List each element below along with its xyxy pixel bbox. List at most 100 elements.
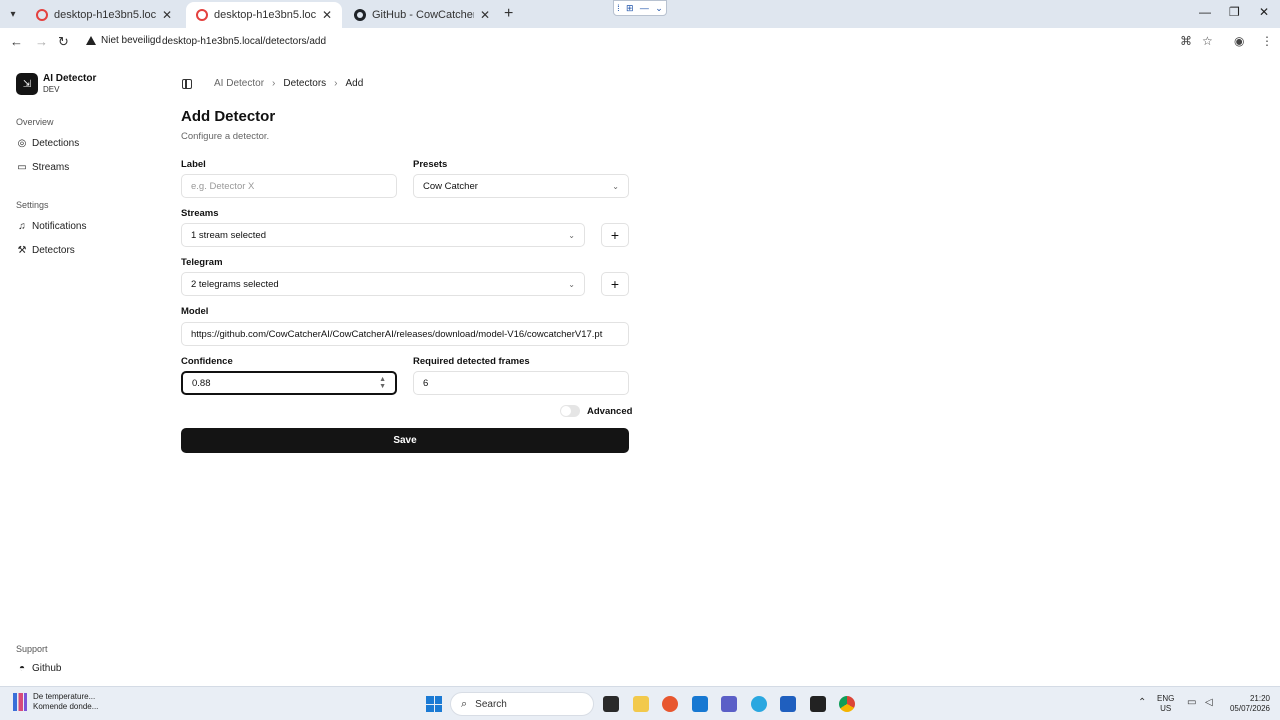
grid-icon[interactable]: ⊞	[626, 3, 634, 14]
video-icon: ▭	[17, 161, 27, 173]
teams-icon[interactable]	[721, 696, 737, 712]
task-view-icon[interactable]	[603, 696, 619, 712]
vscode-icon[interactable]	[692, 696, 708, 712]
tab-title: desktop-h1e3bn5.local/detecto	[214, 9, 316, 21]
sidebar-item-label: Detections	[32, 137, 80, 149]
tab-title: desktop-h1e3bn5.local/detecto	[54, 9, 156, 21]
address-input[interactable]: desktop-h1e3bn5.local/detectors/add	[162, 36, 326, 47]
browser-tab-3[interactable]: GitHub - CowCatcherAI/CowCa ✕	[344, 2, 500, 28]
minimize-window-icon[interactable]: —	[1199, 5, 1211, 19]
browser-toolbar: ← → ↻ Niet beveiligd desktop-h1e3bn5.loc…	[0, 28, 1280, 56]
sidebar-toggle-icon[interactable]	[182, 79, 192, 89]
breadcrumb-item[interactable]: Detectors	[283, 78, 326, 89]
section-support: Support	[16, 644, 48, 654]
confidence-field-label: Confidence	[181, 356, 233, 367]
security-label: Niet beveiligd	[101, 35, 162, 46]
confidence-input[interactable]: 0.88 ▲ ▼	[181, 371, 397, 395]
close-tab-icon[interactable]: ✕	[162, 8, 172, 22]
bell-icon: ♫	[18, 220, 26, 232]
profile-icon[interactable]: ◉	[1234, 34, 1244, 48]
taskbar-search[interactable]: ⌕ Search	[450, 692, 594, 716]
search-icon: ⌕	[461, 697, 468, 710]
back-arrow-icon[interactable]: ←	[10, 34, 23, 49]
chevron-down-icon: ⌄	[612, 181, 619, 191]
sidebar-item-github[interactable]: ◓ Github	[16, 660, 62, 676]
weather-widget[interactable]: De temperature... Komende donde...	[13, 692, 98, 712]
security-indicator[interactable]: Niet beveiligd	[86, 35, 161, 46]
chrome-icon[interactable]	[839, 696, 855, 712]
new-tab-icon[interactable]: +	[504, 5, 513, 23]
sidebar-item-notifications[interactable]: ♫ Notifications	[16, 218, 86, 234]
reload-icon[interactable]: ↻	[58, 34, 69, 50]
confidence-value: 0.88	[192, 377, 211, 389]
keyboard-layout: US	[1160, 704, 1172, 713]
chevron-down-icon[interactable]: ⌄	[655, 3, 663, 14]
network-icon[interactable]: ▭	[1187, 697, 1196, 708]
remote-app-icon[interactable]	[780, 696, 796, 712]
firefox-icon[interactable]	[662, 696, 678, 712]
tab-search-icon[interactable]: ▾	[4, 6, 22, 22]
remote-control-toolbar[interactable]: ⁞ ⊞ — ⌄	[613, 0, 667, 16]
page-title: Add Detector	[181, 108, 276, 125]
tray-overflow-icon[interactable]: ⌃	[1138, 697, 1146, 708]
windows-start-icon[interactable]	[426, 696, 442, 712]
close-tab-icon[interactable]: ✕	[322, 8, 332, 22]
sidebar: ⇲ AI Detector DEV Overview ◎ Detections …	[0, 56, 170, 686]
breadcrumb-item[interactable]: AI Detector	[214, 78, 264, 89]
number-stepper[interactable]: ▲ ▼	[379, 376, 386, 390]
forward-arrow-icon[interactable]: →	[35, 34, 48, 49]
save-button[interactable]: Save	[181, 428, 629, 453]
minimize-toolbar-icon[interactable]: —	[640, 3, 649, 13]
warning-icon	[86, 36, 96, 45]
language-code: ENG	[1157, 694, 1175, 703]
presets-field-label: Presets	[413, 159, 448, 170]
browser-menu-icon[interactable]: ⋮	[1261, 34, 1273, 48]
brand-title: AI Detector	[43, 73, 97, 84]
terminal-icon[interactable]	[810, 696, 826, 712]
github-icon: ◓	[18, 662, 26, 674]
presets-select[interactable]: Cow Catcher ⌄	[413, 174, 629, 198]
model-url-input[interactable]: https://github.com/CowCatcherAI/CowCatch…	[181, 322, 629, 346]
bookmark-star-icon[interactable]: ☆	[1202, 34, 1213, 48]
sidebar-item-streams[interactable]: ▭ Streams	[16, 159, 69, 175]
volume-icon[interactable]: ◁	[1205, 697, 1213, 708]
weather-line-1: De temperature...	[33, 692, 96, 701]
file-explorer-icon[interactable]	[633, 696, 649, 712]
browser-tab-1[interactable]: desktop-h1e3bn5.local/detecto ✕	[26, 2, 182, 28]
close-window-icon[interactable]: ✕	[1259, 5, 1269, 19]
label-input[interactable]: e.g. Detector X	[181, 174, 397, 198]
label-field-label: Label	[181, 159, 206, 170]
telegram-field-label: Telegram	[181, 257, 223, 268]
streams-field-label: Streams	[181, 208, 219, 219]
restore-window-icon[interactable]: ❐	[1229, 5, 1240, 19]
browser-tab-2[interactable]: desktop-h1e3bn5.local/detecto ✕	[186, 2, 342, 28]
breadcrumb-current: Add	[345, 78, 364, 89]
breadcrumb: AI Detector › Detectors › Add	[214, 78, 363, 89]
weather-line-2: Komende donde...	[33, 702, 99, 711]
close-tab-icon[interactable]: ✕	[480, 8, 490, 22]
edge-icon[interactable]	[751, 696, 767, 712]
telegram-select[interactable]: 2 telegrams selected ⌄	[181, 272, 585, 296]
translate-icon[interactable]: ⌘	[1180, 34, 1192, 48]
sidebar-item-label: Github	[32, 662, 62, 674]
tab-title: GitHub - CowCatcherAI/CowCa	[372, 9, 474, 21]
add-stream-button[interactable]: +	[601, 223, 629, 247]
add-telegram-button[interactable]: +	[601, 272, 629, 296]
advanced-label: Advanced	[587, 406, 633, 417]
sidebar-item-label: Notifications	[32, 220, 87, 232]
weather-icon	[13, 693, 27, 711]
page-subtitle: Configure a detector.	[181, 131, 270, 142]
advanced-toggle[interactable]	[560, 405, 580, 417]
system-clock[interactable]: 21:20 05/07/2026	[1224, 694, 1270, 714]
site-favicon-icon	[196, 9, 208, 21]
streams-selected-value: 1 stream selected	[191, 229, 266, 241]
required-frames-input[interactable]: 6	[413, 371, 629, 395]
sidebar-item-detectors[interactable]: ⚒ Detectors	[16, 242, 75, 258]
brand[interactable]: ⇲ AI Detector DEV	[16, 73, 96, 95]
chevron-right-icon: ›	[334, 78, 338, 89]
sidebar-item-detections[interactable]: ◎ Detections	[16, 135, 80, 151]
language-indicator[interactable]: ENG US	[1157, 694, 1174, 714]
streams-select[interactable]: 1 stream selected ⌄	[181, 223, 585, 247]
presets-selected-value: Cow Catcher	[423, 180, 478, 192]
pin-icon[interactable]: ⁞	[617, 3, 620, 13]
